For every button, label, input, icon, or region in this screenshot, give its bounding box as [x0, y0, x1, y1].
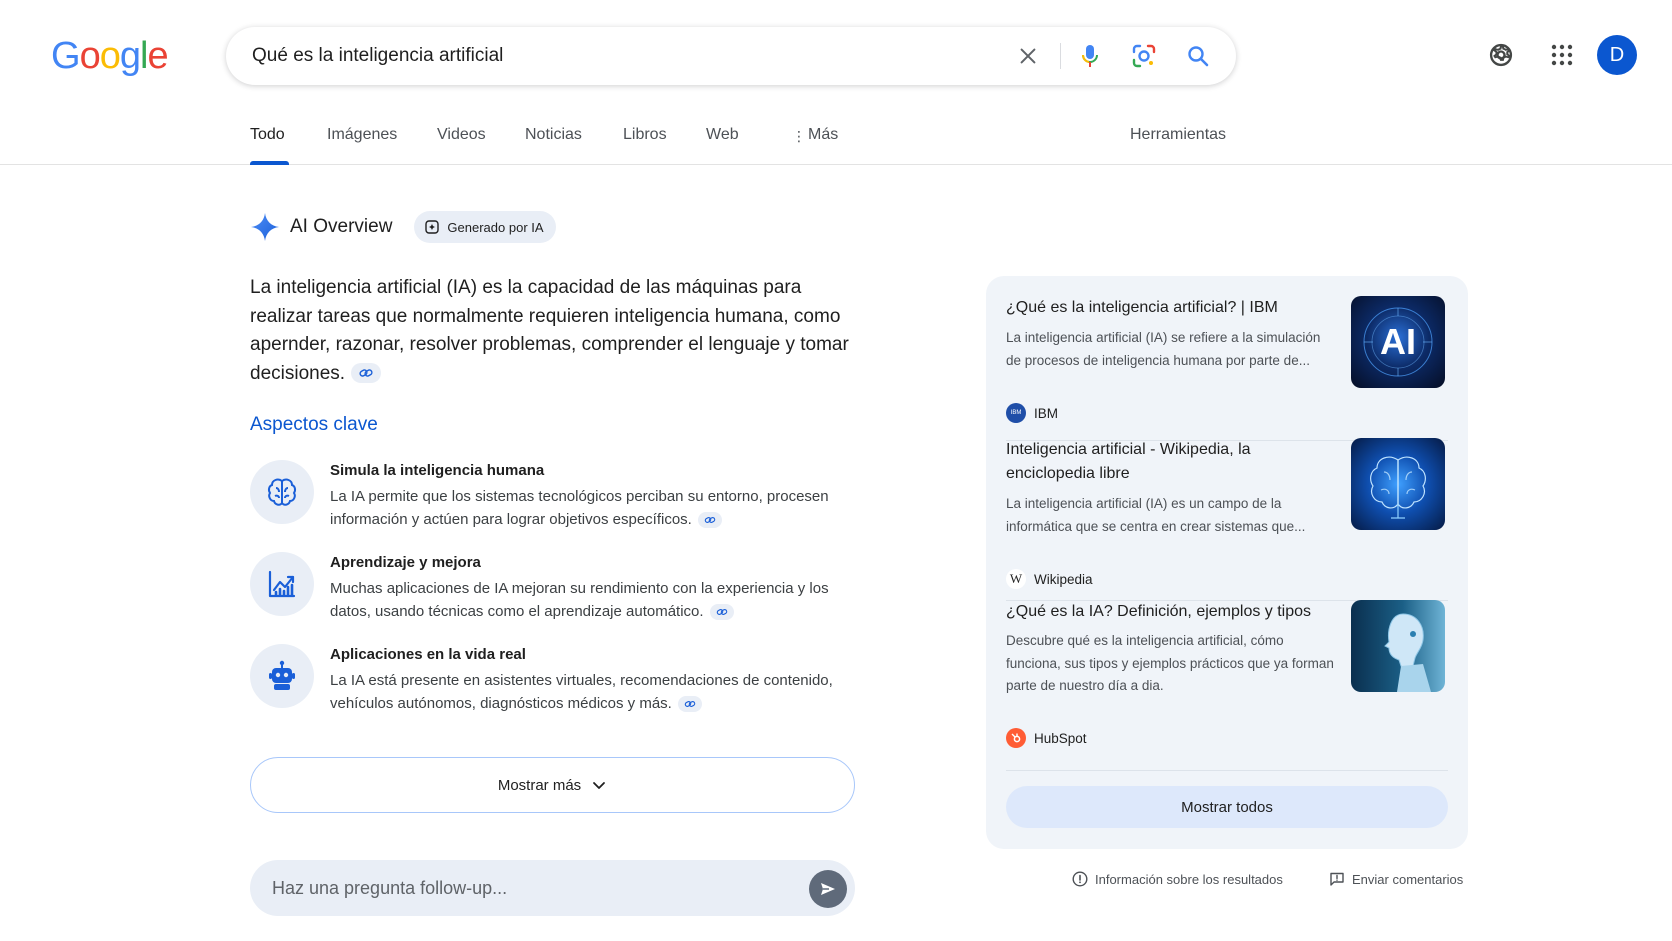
tab-web[interactable]: Web: [706, 126, 739, 144]
chevron-down-icon: [593, 782, 606, 789]
generated-by-ai-badge[interactable]: Generado por IA: [414, 211, 556, 243]
logo-letter: e: [147, 35, 168, 77]
source-title[interactable]: ¿Qué es la inteligencia artificial? | IB…: [1006, 296, 1328, 320]
source-card[interactable]: Inteligencia artificial - Wikipedia, la …: [1006, 438, 1448, 589]
feedback-label: Enviar comentarios: [1352, 871, 1464, 887]
results-info-label: Información sobre los resultados: [1095, 871, 1283, 887]
active-tab-indicator: [250, 161, 289, 165]
logo-letter: g: [119, 35, 141, 77]
ai-thumbnail[interactable]: AI: [1351, 296, 1445, 388]
summary-text: La inteligencia artificial (IA) es la ca…: [250, 277, 849, 384]
tab-todo[interactable]: Todo: [250, 126, 285, 144]
followup-input[interactable]: Haz una pregunta follow-up...: [272, 860, 507, 916]
ai-chip-icon: [425, 220, 440, 234]
brain-icon: [250, 460, 314, 524]
followup-box[interactable]: Haz una pregunta follow-up...: [250, 860, 855, 916]
send-icon: [821, 883, 835, 895]
source-site: IBM IBM: [1006, 403, 1058, 423]
link-icon[interactable]: [351, 363, 382, 384]
feedback-icon: [1330, 872, 1344, 886]
send-button[interactable]: [809, 870, 847, 908]
source-card[interactable]: ¿Qué es la IA? Definición, ejemplos y ti…: [1006, 600, 1448, 750]
search-tabs: Todo Imágenes Videos Noticias Libros Web…: [0, 110, 1672, 165]
clear-icon[interactable]: [1012, 40, 1044, 72]
robot-icon: [250, 644, 314, 708]
search-input[interactable]: Qué es la inteligencia artificial: [252, 27, 503, 85]
google-logo[interactable]: Google: [51, 33, 169, 79]
chart-icon: [250, 552, 314, 616]
humanoid-thumbnail[interactable]: [1351, 600, 1445, 692]
hubspot-favicon: [1006, 728, 1026, 748]
tab-videos[interactable]: Videos: [437, 126, 486, 144]
sparkle-icon: [251, 213, 279, 241]
ai-overview-title: AI Overview: [290, 216, 393, 237]
key-point-title: Aplicaciones en la vida real: [330, 646, 526, 663]
apps-icon[interactable]: [1545, 38, 1579, 72]
thumb-label: AI: [1380, 321, 1416, 362]
key-point-desc: La IA está presente en asistentes virtua…: [330, 669, 870, 715]
show-all-button[interactable]: Mostrar todos: [1006, 786, 1448, 828]
link-icon[interactable]: [697, 512, 722, 529]
search-icon[interactable]: [1182, 40, 1214, 72]
tab-noticias[interactable]: Noticias: [525, 126, 582, 144]
badge-label: Generado por IA: [447, 219, 544, 235]
gear-icon[interactable]: [1484, 38, 1518, 72]
search-divider: [1060, 43, 1061, 69]
source-snippet: La inteligencia artificial (IA) es un ca…: [1006, 496, 1306, 534]
ai-overview-header: AI Overview Generado por IA: [250, 211, 556, 243]
source-title[interactable]: Inteligencia artificial - Wikipedia, la …: [1006, 438, 1328, 486]
source-site: HubSpot: [1006, 728, 1087, 748]
source-site-name: IBM: [1034, 405, 1059, 421]
tab-imagenes[interactable]: Imágenes: [327, 126, 397, 144]
tools-button[interactable]: Herramientas: [1130, 126, 1226, 144]
info-icon: [1072, 871, 1088, 887]
source-site-name: Wikipedia: [1034, 571, 1093, 587]
sources-panel: ¿Qué es la inteligencia artificial? | IB…: [986, 276, 1468, 849]
key-aspects-title: Aspectos clave: [250, 414, 378, 435]
search-box[interactable]: Qué es la inteligencia artificial: [226, 27, 1236, 85]
link-icon[interactable]: [677, 696, 702, 713]
source-card[interactable]: ¿Qué es la inteligencia artificial? | IB…: [1006, 296, 1448, 426]
logo-letter: G: [51, 35, 81, 77]
logo-letter: o: [79, 35, 101, 77]
tab-mas[interactable]: Más: [808, 126, 838, 144]
lens-icon[interactable]: [1128, 40, 1160, 72]
mic-icon[interactable]: [1074, 40, 1106, 72]
link-icon[interactable]: [709, 604, 734, 621]
key-point-title: Aprendizaje y mejora: [330, 554, 481, 571]
ai-overview-summary: La inteligencia artificial (IA) es la ca…: [250, 274, 860, 388]
key-point-desc-text: La IA está presente en asistentes virtua…: [330, 672, 833, 712]
source-title[interactable]: ¿Qué es la IA? Definición, ejemplos y ti…: [1006, 600, 1328, 624]
source-site: W Wikipedia: [1006, 569, 1093, 589]
show-more-button[interactable]: Mostrar más: [250, 757, 855, 813]
feedback-link[interactable]: Enviar comentarios: [1329, 871, 1463, 887]
key-point-title: Simula la inteligencia humana: [330, 462, 545, 479]
brain-thumbnail[interactable]: [1351, 438, 1445, 530]
ibm-favicon: IBM: [1006, 403, 1026, 423]
results-info-link[interactable]: Información sobre los resultados: [1072, 871, 1283, 887]
show-more-label: Mostrar más: [497, 776, 582, 794]
source-snippet: La inteligencia artificial (IA) se refie…: [1006, 330, 1321, 368]
tab-libros[interactable]: Libros: [623, 126, 667, 144]
key-point-desc: Muchas aplicaciones de IA mejoran su ren…: [330, 577, 870, 623]
key-point-desc-text: La IA permite que los sistemas tecnológi…: [330, 488, 829, 528]
key-point-desc-text: Muchas aplicaciones de IA mejoran su ren…: [330, 580, 829, 620]
wikipedia-favicon: W: [1006, 569, 1026, 589]
avatar[interactable]: D: [1597, 35, 1637, 75]
source-snippet: Descubre qué es la inteligencia artifici…: [1006, 633, 1334, 693]
key-point-desc: La IA permite que los sistemas tecnológi…: [330, 485, 870, 531]
source-site-name: HubSpot: [1034, 730, 1087, 746]
more-vert-icon[interactable]: ⋮: [792, 128, 806, 145]
logo-letter: o: [99, 35, 121, 77]
source-divider: [1006, 770, 1448, 771]
